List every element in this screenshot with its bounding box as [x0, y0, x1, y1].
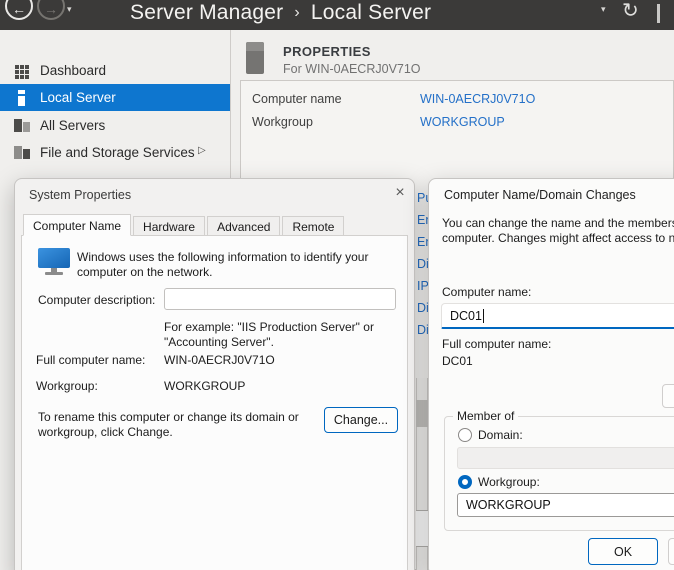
tab-page: Windows uses the following information t… — [21, 235, 408, 570]
text-caret — [483, 309, 484, 323]
sidebar-item-label: All Servers — [40, 118, 105, 133]
workgroup-input-value: WORKGROUP — [466, 498, 551, 512]
toolbar-caret-icon[interactable]: ▾ — [601, 4, 606, 15]
scrollbar-thumb[interactable] — [416, 510, 428, 547]
back-icon: ← — [12, 1, 26, 17]
full-computer-name-value: DC01 — [442, 354, 473, 368]
computer-description-label: Computer description: — [38, 293, 155, 308]
member-of-groupbox: Member of Domain: Workgroup: WORKGROUP — [444, 416, 674, 531]
clipped-property-value[interactable]: IP — [417, 279, 428, 294]
cancel-button-partial[interactable] — [668, 538, 674, 565]
workgroup-radio-label[interactable]: Workgroup: — [478, 475, 540, 489]
properties-heading: PROPERTIES — [283, 44, 371, 59]
sidebar-item-all-servers[interactable]: All Servers — [0, 112, 230, 139]
clipped-property-value[interactable]: Di — [417, 257, 428, 272]
properties-server-icon — [246, 42, 264, 74]
change-button[interactable]: Change... — [324, 407, 398, 433]
file-storage-icon — [13, 145, 31, 161]
computer-monitor-icon — [38, 248, 70, 276]
dashboard-tiles-icon — [13, 63, 31, 79]
computer-name-input[interactable]: DC01 — [441, 303, 674, 329]
sidebar-item-file-storage-services[interactable]: File and Storage Services ▷ — [0, 139, 230, 166]
sidebar-item-label: Local Server — [40, 90, 116, 105]
refresh-icon[interactable]: ↻ — [622, 0, 639, 23]
full-computer-name-label: Full computer name: — [36, 353, 145, 368]
dialog-body-line2: computer. Changes might affect access to… — [442, 231, 674, 245]
clipped-property-value[interactable]: En — [417, 235, 428, 250]
computer-name-domain-changes-dialog: Computer Name/Domain Changes You can cha… — [428, 178, 674, 570]
all-servers-icon — [13, 118, 31, 134]
ok-button[interactable]: OK — [588, 538, 658, 565]
breadcrumb-server-manager[interactable]: Server Manager — [130, 1, 283, 24]
rename-hint-text: To rename this computer or change its do… — [38, 410, 318, 440]
clipped-property-value[interactable]: Di — [417, 301, 428, 316]
property-label: Workgroup — [252, 115, 313, 129]
properties-subheading: For WIN-0AECRJ0V71O — [283, 62, 421, 76]
domain-radio[interactable] — [458, 428, 472, 442]
tab-strip: Computer Name Hardware Advanced Remote — [23, 214, 346, 236]
computer-description-input[interactable] — [164, 288, 396, 310]
forward-icon: → — [44, 1, 58, 17]
sidebar-item-label: File and Storage Services — [40, 145, 195, 160]
computer-name-input-value: DC01 — [450, 309, 482, 323]
workgroup-radio[interactable] — [458, 475, 472, 489]
clipped-property-value[interactable]: Di — [417, 323, 428, 338]
workgroup-label: Workgroup: — [36, 379, 98, 394]
full-computer-name-value: WIN-0AECRJ0V71O — [164, 353, 275, 368]
workgroup-input[interactable]: WORKGROUP — [457, 493, 674, 517]
breadcrumb-chevron-icon: › — [294, 4, 300, 21]
sidebar-item-label: Dashboard — [40, 63, 106, 78]
system-properties-dialog: System Properties × Computer Name Hardwa… — [14, 178, 415, 570]
example-text: For example: "IIS Production Server" or … — [164, 320, 394, 350]
back-button[interactable]: ← — [5, 0, 33, 20]
notifications-flag-icon[interactable] — [657, 4, 660, 23]
breadcrumb: Server Manager › Local Server — [130, 1, 431, 25]
full-computer-name-label: Full computer name: — [442, 337, 551, 351]
title-bar: ← → ▾ Server Manager › Local Server ▾ ↻ — [0, 0, 674, 30]
dialog-title: System Properties — [29, 188, 131, 202]
tab-computer-name[interactable]: Computer Name — [23, 214, 131, 236]
clipped-property-value[interactable]: En — [417, 213, 428, 228]
more-button-partial[interactable] — [662, 384, 674, 408]
domain-input[interactable] — [457, 447, 674, 469]
server-tower-icon — [13, 90, 31, 106]
domain-radio-label[interactable]: Domain: — [478, 428, 523, 442]
close-icon[interactable]: × — [389, 182, 411, 204]
workgroup-value: WORKGROUP — [164, 379, 245, 394]
dialog-body-line1: You can change the name and the membersh… — [442, 216, 674, 230]
workgroup-link[interactable]: WORKGROUP — [420, 115, 505, 129]
sidebar-item-local-server[interactable]: Local Server — [0, 84, 230, 111]
forward-button[interactable]: → — [37, 0, 65, 20]
scrollbar-thumb[interactable] — [416, 400, 428, 427]
nav-dropdown-caret-icon[interactable]: ▾ — [67, 4, 72, 15]
tab-remote[interactable]: Remote — [282, 216, 344, 236]
tab-advanced[interactable]: Advanced — [207, 216, 280, 236]
computer-name-label: Computer name: — [442, 285, 531, 299]
intro-text: Windows uses the following information t… — [77, 250, 399, 280]
member-of-legend: Member of — [453, 409, 518, 423]
computer-name-link[interactable]: WIN-0AECRJ0V71O — [420, 92, 535, 106]
tab-hardware[interactable]: Hardware — [133, 216, 205, 236]
breadcrumb-local-server[interactable]: Local Server — [311, 1, 431, 24]
clipped-property-value[interactable]: Pu — [417, 191, 428, 206]
sidebar-item-dashboard[interactable]: Dashboard — [0, 57, 230, 84]
expander-chevron-icon[interactable]: ▷ — [198, 145, 206, 156]
property-label: Computer name — [252, 92, 342, 106]
server-manager-window: ← → ▾ Server Manager › Local Server ▾ ↻ Da… — [0, 0, 674, 570]
dialog-title: Computer Name/Domain Changes — [444, 188, 636, 202]
